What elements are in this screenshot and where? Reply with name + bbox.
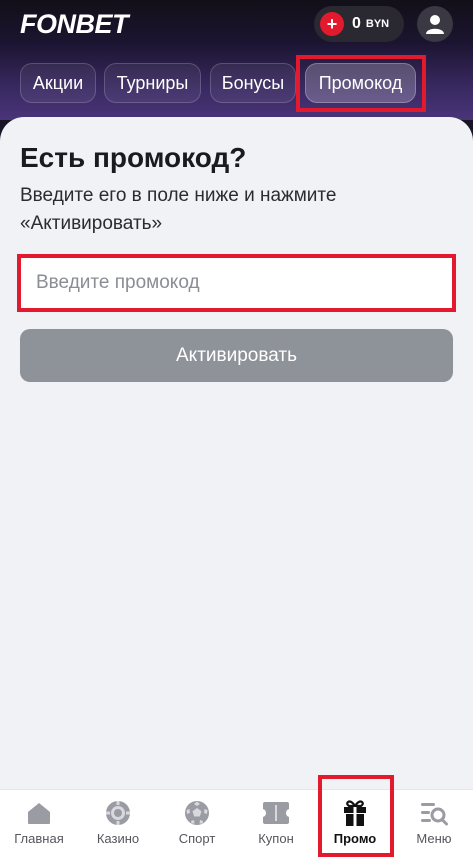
nav-label: Главная: [14, 831, 64, 846]
nav-item-coupon[interactable]: Купон: [237, 790, 315, 862]
tab-bonusy[interactable]: Бонусы: [210, 63, 296, 103]
nav-item-promo[interactable]: Промо: [316, 790, 394, 862]
page-title: Есть промокод?: [20, 142, 247, 173]
gift-icon: [340, 798, 370, 828]
coupon-ticket-icon: [261, 798, 291, 828]
nav-label: Купон: [258, 831, 294, 846]
soccer-ball-icon: [182, 798, 212, 828]
nav-label: Меню: [416, 831, 452, 846]
home-icon: [24, 798, 54, 828]
promo-panel: Есть промокод? Введите его в поле ниже и…: [0, 117, 473, 789]
bottom-nav: Главная Казино Спорт Купон Промо Меню: [0, 789, 473, 862]
profile-button[interactable]: [417, 6, 453, 42]
promo-code-input[interactable]: [21, 258, 452, 308]
nav-label: Казино: [96, 831, 140, 846]
fonbet-logo[interactable]: FONBET: [20, 9, 129, 40]
nav-label: Спорт: [178, 831, 216, 846]
nav-label: Промо: [333, 831, 377, 846]
tab-promokod[interactable]: Промокод: [305, 63, 416, 103]
nav-item-casino[interactable]: Казино: [79, 790, 157, 862]
nav-item-sport[interactable]: Спорт: [158, 790, 236, 862]
plus-icon: +: [320, 12, 344, 36]
nav-item-home[interactable]: Главная: [0, 790, 78, 862]
nav-item-menu[interactable]: Меню: [395, 790, 473, 862]
promo-tabs: Акции Турниры Бонусы Промокод: [0, 63, 473, 103]
menu-search-icon: [419, 798, 449, 828]
balance-currency: BYN: [365, 18, 390, 30]
activate-button[interactable]: Активировать: [20, 329, 453, 382]
balance-amount: 0: [352, 15, 361, 32]
tab-aktsii[interactable]: Акции: [20, 63, 96, 103]
balance-button[interactable]: + 0 BYN: [314, 6, 404, 42]
header: FONBET + 0 BYN: [0, 0, 473, 48]
casino-chip-icon: [103, 798, 133, 828]
tab-turniry[interactable]: Турниры: [104, 63, 201, 103]
promo-code-field[interactable]: [20, 257, 453, 309]
promo-description: Введите его в поле ниже и нажмите «Актив…: [20, 185, 337, 234]
user-icon: [426, 15, 444, 34]
